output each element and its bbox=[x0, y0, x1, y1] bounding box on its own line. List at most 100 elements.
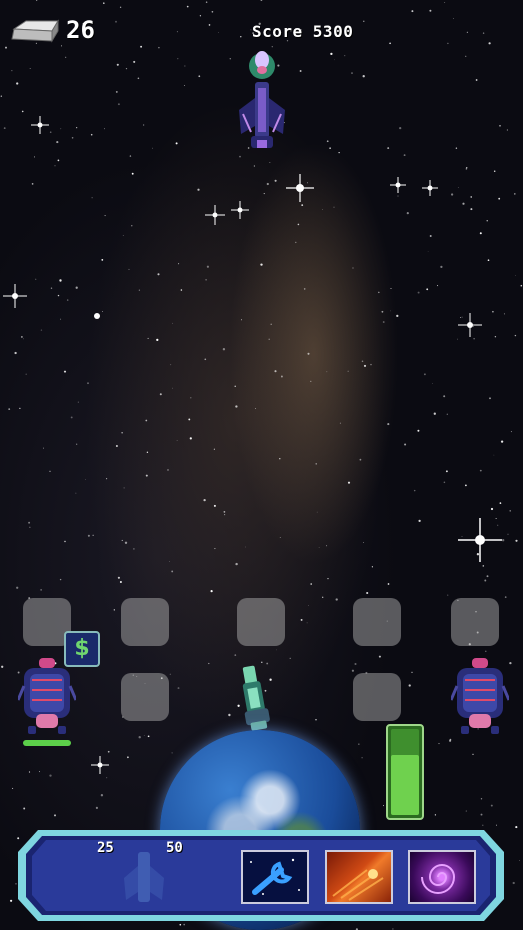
star bbox=[519, 860, 520, 861]
star bbox=[186, 5, 189, 8]
star bbox=[21, 110, 24, 113]
star bbox=[0, 95, 2, 97]
star bbox=[499, 124, 501, 127]
star bbox=[347, 481, 351, 484]
star bbox=[495, 824, 498, 826]
star bbox=[63, 370, 67, 373]
player-turret-right[interactable] bbox=[451, 656, 509, 738]
star bbox=[432, 383, 433, 384]
star bbox=[260, 263, 263, 266]
cost-label: 50 bbox=[166, 840, 183, 856]
star bbox=[208, 24, 211, 26]
star bbox=[514, 334, 517, 337]
star bbox=[387, 423, 390, 426]
star bbox=[189, 437, 192, 440]
black-hole-ability-button[interactable] bbox=[408, 850, 476, 904]
star bbox=[437, 285, 439, 287]
star bbox=[38, 771, 41, 773]
wrench-ability-button[interactable] bbox=[241, 850, 309, 904]
star bbox=[392, 928, 394, 930]
star bbox=[457, 187, 459, 188]
star bbox=[213, 504, 216, 507]
star bbox=[147, 735, 150, 738]
money-badge[interactable]: $ bbox=[64, 631, 100, 667]
star bbox=[190, 397, 192, 399]
star bbox=[234, 385, 236, 387]
star bbox=[462, 202, 465, 205]
fire-ability-button[interactable] bbox=[325, 850, 393, 904]
star bbox=[85, 479, 87, 480]
star bbox=[3, 127, 6, 130]
star bbox=[117, 576, 120, 579]
star bbox=[455, 147, 458, 149]
star bbox=[339, 422, 341, 424]
turret-slot[interactable] bbox=[121, 598, 169, 646]
star bbox=[253, 165, 256, 167]
star bbox=[92, 534, 94, 536]
vortex-icon bbox=[421, 864, 456, 894]
star bbox=[512, 881, 515, 885]
star bbox=[366, 591, 369, 595]
star bbox=[489, 397, 491, 400]
star bbox=[295, 241, 297, 244]
star bbox=[362, 541, 365, 544]
star bbox=[427, 250, 429, 252]
turret-slot[interactable] bbox=[237, 598, 285, 646]
player-cannon[interactable] bbox=[236, 664, 272, 732]
star bbox=[310, 380, 312, 382]
star bbox=[482, 565, 485, 567]
ship-build-option[interactable] bbox=[122, 850, 166, 906]
star bbox=[138, 736, 141, 739]
star bbox=[100, 794, 104, 797]
star bbox=[326, 545, 328, 547]
star bbox=[397, 195, 399, 197]
turret-slot[interactable] bbox=[353, 598, 401, 646]
star bbox=[75, 492, 77, 494]
star bbox=[143, 734, 145, 736]
star bbox=[279, 537, 281, 539]
fire-icon bbox=[332, 869, 384, 901]
turret-slot[interactable] bbox=[353, 673, 401, 721]
star bbox=[310, 583, 313, 585]
star bbox=[479, 232, 482, 235]
star bbox=[461, 535, 463, 538]
star bbox=[56, 141, 59, 144]
star bbox=[480, 813, 483, 816]
star bbox=[123, 487, 125, 489]
star bbox=[260, 0, 263, 1]
star bbox=[347, 370, 349, 372]
turret-slot[interactable] bbox=[121, 673, 169, 721]
star bbox=[228, 713, 231, 717]
turret-slot[interactable] bbox=[451, 598, 499, 646]
star bbox=[156, 338, 159, 342]
star bbox=[87, 382, 89, 385]
star bbox=[157, 273, 160, 276]
star bbox=[171, 570, 174, 573]
player-turret-left[interactable] bbox=[18, 656, 76, 738]
star bbox=[76, 443, 78, 445]
star bbox=[426, 288, 429, 291]
star bbox=[211, 10, 214, 13]
star bbox=[362, 75, 365, 78]
star bbox=[470, 196, 472, 198]
star bbox=[482, 32, 485, 34]
star bbox=[210, 590, 213, 593]
star bbox=[499, 502, 502, 504]
star bbox=[297, 223, 300, 226]
star bbox=[28, 771, 31, 773]
energy-meter bbox=[386, 724, 424, 820]
star bbox=[502, 539, 505, 542]
star bbox=[239, 155, 241, 158]
star bbox=[361, 360, 364, 363]
star bbox=[234, 654, 237, 656]
star bbox=[172, 322, 174, 324]
star bbox=[91, 197, 93, 199]
star bbox=[378, 655, 381, 658]
star bbox=[25, 373, 27, 375]
star bbox=[497, 524, 499, 526]
star bbox=[327, 577, 329, 580]
star bbox=[473, 338, 475, 340]
star bbox=[494, 336, 497, 338]
star bbox=[488, 42, 491, 45]
star bbox=[65, 56, 67, 58]
